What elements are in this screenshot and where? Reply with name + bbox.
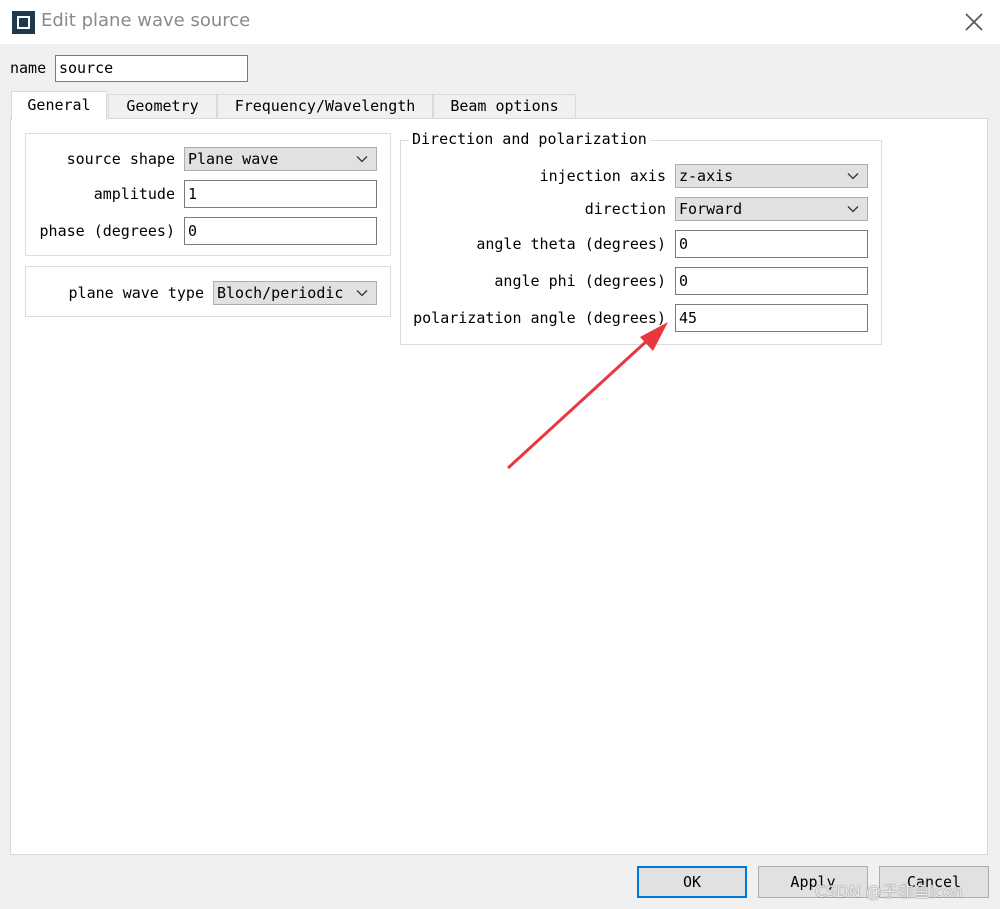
phase-label: phase (degrees)	[39, 222, 175, 240]
amplitude-input[interactable]: 1	[184, 180, 377, 208]
angle-phi-input[interactable]: 0	[675, 267, 868, 295]
plane-wave-type-select[interactable]: Bloch/periodic	[213, 281, 377, 305]
app-icon	[12, 11, 35, 34]
close-icon[interactable]	[962, 10, 986, 34]
amplitude-label: amplitude	[93, 185, 175, 203]
watermark: CSDN @子非鱼icon	[815, 882, 963, 901]
direction-select[interactable]: Forward	[675, 197, 868, 221]
chevron-down-icon	[356, 290, 368, 297]
ok-button[interactable]: OK	[637, 866, 747, 898]
source-shape-value: Plane wave	[188, 150, 279, 168]
source-shape-select[interactable]: Plane wave	[184, 147, 377, 171]
angle-theta-label: angle theta (degrees)	[476, 235, 666, 253]
plane-wave-type-group: plane wave type Bloch/periodic	[25, 266, 391, 317]
chevron-down-icon	[847, 173, 859, 180]
injection-axis-label: injection axis	[539, 167, 666, 185]
plane-wave-type-label: plane wave type	[68, 284, 204, 302]
polarization-angle-label: polarization angle (degrees)	[413, 309, 666, 327]
app-icon-frame	[17, 16, 30, 29]
source-group: source shape Plane wave amplitude 1 phas…	[25, 133, 391, 256]
source-shape-label: source shape	[66, 150, 175, 168]
direction-value: Forward	[679, 200, 743, 218]
injection-axis-select[interactable]: z-axis	[675, 164, 868, 188]
direction-label: direction	[584, 200, 666, 218]
group-title: Direction and polarization	[409, 130, 650, 148]
polarization-angle-input[interactable]: 45	[675, 304, 868, 332]
name-input[interactable]: source	[55, 55, 248, 82]
title-bar: Edit plane wave source	[0, 0, 1000, 44]
plane-wave-type-value: Bloch/periodic	[217, 284, 344, 302]
tab-general[interactable]: General	[11, 91, 107, 120]
general-tab-panel: source shape Plane wave amplitude 1 phas…	[10, 118, 988, 855]
chevron-down-icon	[847, 206, 859, 213]
tab-beam-options[interactable]: Beam options	[433, 94, 576, 118]
angle-phi-label: angle phi (degrees)	[494, 272, 666, 290]
window-title: Edit plane wave source	[41, 10, 251, 31]
name-label: name	[10, 59, 47, 77]
chevron-down-icon	[356, 156, 368, 163]
phase-input[interactable]: 0	[184, 217, 377, 245]
direction-polarization-group: Direction and polarization injection axi…	[400, 130, 882, 345]
tab-frequency-wavelength[interactable]: Frequency/Wavelength	[217, 94, 433, 118]
angle-theta-input[interactable]: 0	[675, 230, 868, 258]
tab-geometry[interactable]: Geometry	[108, 94, 217, 118]
injection-axis-value: z-axis	[679, 167, 734, 185]
